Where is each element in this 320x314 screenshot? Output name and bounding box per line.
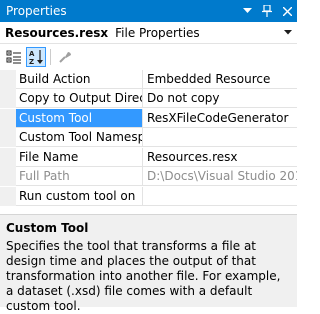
alphabetical-icon[interactable]: A Z — [26, 47, 46, 67]
property-pages-icon[interactable] — [55, 47, 75, 67]
property-name[interactable]: Custom Tool — [16, 109, 143, 128]
selected-object-type: File Properties — [115, 25, 200, 40]
description-text: Specifies the tool that transforms a fil… — [6, 239, 281, 313]
description-title: Custom Tool — [6, 221, 89, 235]
property-row-custom-tool[interactable]: Custom Tool ResXFileCodeGenerator — [0, 109, 297, 128]
svg-text:A: A — [29, 50, 35, 58]
property-value[interactable]: D:\Docs\Visual Studio 2013\P — [143, 167, 297, 186]
selected-object-name: Resources.resx — [5, 25, 109, 40]
property-value[interactable]: ResXFileCodeGenerator — [143, 109, 297, 128]
property-row-custom-tool-namespace[interactable]: Custom Tool Namespa — [0, 128, 297, 147]
window-title: Properties — [6, 4, 67, 18]
property-value[interactable]: Embedded Resource — [143, 70, 297, 89]
pin-icon[interactable] — [257, 0, 277, 22]
property-name[interactable]: Full Path — [16, 167, 143, 186]
property-row-copy-to-output[interactable]: Copy to Output Directo Do not copy — [0, 89, 297, 108]
properties-toolbar: A Z — [0, 44, 297, 70]
close-icon[interactable] — [277, 0, 297, 22]
property-row-run-custom-tool[interactable]: Run custom tool on — [0, 187, 297, 206]
row-gutter — [0, 89, 16, 108]
property-value[interactable] — [143, 187, 297, 206]
property-value[interactable] — [143, 128, 297, 147]
row-gutter — [0, 148, 16, 167]
property-name[interactable]: Build Action — [16, 70, 143, 89]
property-name[interactable]: Run custom tool on — [16, 187, 143, 206]
toolbar-separator — [50, 49, 51, 65]
window-position-dropdown-icon[interactable] — [237, 0, 257, 22]
object-selector[interactable]: Resources.resx File Properties — [0, 22, 297, 44]
row-gutter — [0, 187, 16, 206]
row-gutter — [0, 128, 16, 147]
property-name[interactable]: File Name — [16, 148, 143, 167]
svg-text:Z: Z — [29, 58, 34, 65]
properties-title-bar: Properties — [0, 0, 297, 22]
property-row-build-action[interactable]: Build Action Embedded Resource — [0, 70, 297, 89]
property-name[interactable]: Copy to Output Directo — [16, 89, 143, 108]
chevron-down-icon[interactable] — [279, 23, 297, 43]
description-pane: Custom Tool Specifies the tool that tran… — [0, 214, 297, 313]
property-name[interactable]: Custom Tool Namespa — [16, 128, 143, 147]
property-value[interactable]: Resources.resx — [143, 148, 297, 167]
property-row-full-path[interactable]: Full Path D:\Docs\Visual Studio 2013\P — [0, 167, 297, 186]
property-grid: Build Action Embedded Resource Copy to O… — [0, 70, 297, 210]
property-row-file-name[interactable]: File Name Resources.resx — [0, 148, 297, 167]
categorized-icon[interactable] — [4, 47, 24, 67]
row-gutter — [0, 167, 16, 186]
property-value[interactable]: Do not copy — [143, 89, 297, 108]
row-gutter — [0, 109, 16, 128]
row-gutter — [0, 70, 16, 89]
